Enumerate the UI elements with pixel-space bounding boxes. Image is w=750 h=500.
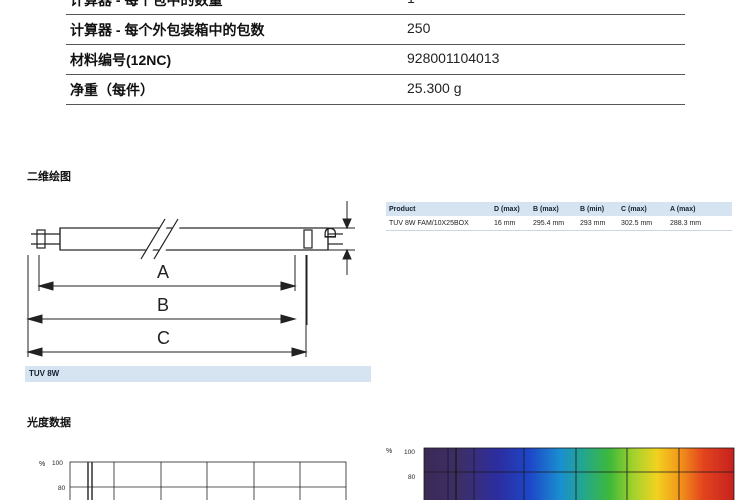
lamp-tube	[31, 227, 343, 251]
y-tick-label: 100	[52, 460, 63, 467]
chart-unit-label: %	[39, 461, 45, 468]
spec-row: 计算器 - 每个包中的数量 1	[66, 0, 685, 15]
spec-label: 材料编号(12NC)	[70, 52, 172, 68]
drawing-section-title: 二维绘图	[27, 171, 71, 183]
photometric-chart: % 100 80	[39, 460, 347, 500]
lamp-dimension-drawing: D A B C	[26, 201, 355, 357]
spec-value: 928001104013	[407, 50, 500, 66]
drawing-caption: TUV 8W	[25, 366, 371, 382]
column-header: Product	[386, 202, 491, 216]
table-header-row: Product D (max) B (max) B (min) C (max) …	[386, 202, 732, 216]
spec-label: 计算器 - 每个包中的数量	[70, 0, 223, 8]
spec-label: 净重（每件）	[70, 82, 154, 98]
table-cell: 295.4 mm	[530, 216, 577, 231]
column-header: B (max)	[530, 202, 577, 216]
spec-value: 25.300 g	[407, 80, 462, 96]
chart-grid	[69, 461, 347, 500]
column-header: C (max)	[618, 202, 667, 216]
dimension-table: Product D (max) B (max) B (min) C (max) …	[386, 202, 732, 231]
table-cell: 302.5 mm	[618, 216, 667, 231]
drawing-caption-text: TUV 8W	[29, 369, 60, 378]
photometric-section-title: 光度数据	[27, 417, 71, 429]
table-cell: 293 mm	[577, 216, 618, 231]
table-row: TUV 8W FAM/10X25BOX 16 mm 295.4 mm 293 m…	[386, 216, 732, 231]
y-tick-label: 80	[58, 485, 66, 492]
dimension-a-label: A	[157, 262, 169, 282]
column-header: B (min)	[577, 202, 618, 216]
dimension-c	[26, 347, 308, 357]
spec-value: 250	[407, 20, 431, 36]
spec-row: 净重（每件） 25.300 g	[66, 74, 685, 105]
dimension-b	[26, 314, 297, 324]
column-header: D (max)	[491, 202, 530, 216]
chart-spike	[87, 462, 93, 500]
spectrum-gradient	[424, 448, 734, 500]
spec-row: 计算器 - 每个外包装箱中的包数 250	[66, 14, 685, 45]
y-tick-label: 80	[408, 474, 416, 481]
table-cell: 16 mm	[491, 216, 530, 231]
spectrum-chart: % 100 80	[386, 447, 735, 500]
dimension-a	[37, 281, 297, 291]
spec-value: 1	[407, 0, 415, 6]
table-cell: TUV 8W FAM/10X25BOX	[386, 216, 491, 231]
y-tick-label: 100	[404, 449, 415, 456]
dimension-d-label: D	[321, 227, 340, 239]
chart-unit-label: %	[386, 448, 392, 455]
table-cell: 288.3 mm	[667, 216, 732, 231]
dimension-c-label: C	[157, 328, 170, 348]
spec-row: 材料编号(12NC) 928001104013	[66, 44, 685, 75]
column-header: A (max)	[667, 202, 732, 216]
spec-label: 计算器 - 每个外包装箱中的包数	[70, 22, 265, 38]
dimension-b-label: B	[157, 295, 169, 315]
